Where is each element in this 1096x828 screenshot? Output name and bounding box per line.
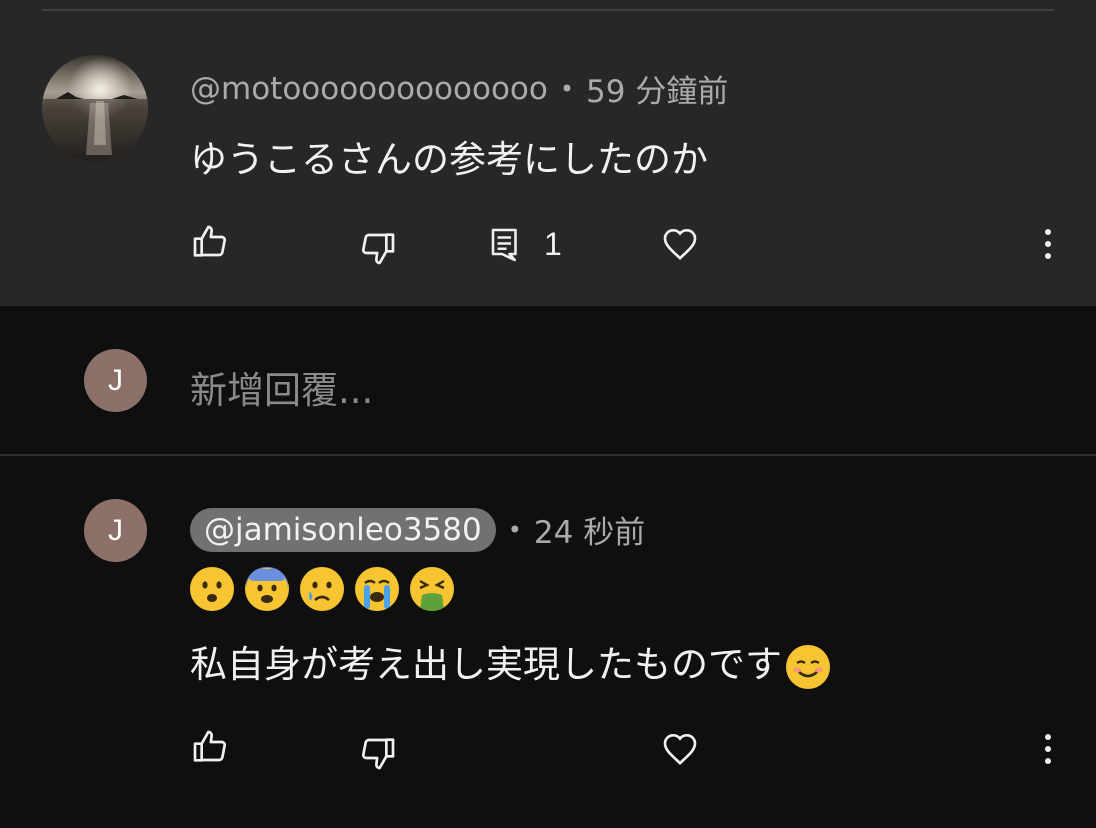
parent-comment-text: ゆうこるさんの参考にしたのか [190,138,708,181]
smiling-face-emoji [786,644,830,689]
reply-dislike-button[interactable] [358,733,398,773]
parent-comment-avatar[interactable] [42,55,148,161]
crying-face-emoji [300,567,344,611]
sunset-photo-avatar [42,55,148,161]
reply-composer [0,306,1096,454]
heart-icon [663,228,697,260]
meta-separator: • [559,74,575,103]
parent-heart-button[interactable] [660,224,700,264]
reply-heart-button[interactable] [660,729,700,769]
section-divider [0,454,1096,456]
parent-comment-meta: @motoooooooooooooo • 59 分鐘前 [190,66,728,111]
reply-comment-meta: @jamisonleo3580 • 24 秒前 [190,507,645,552]
frowning-face-emoji [190,567,234,611]
reply-emoji-row [190,567,454,611]
like-icon [193,225,227,257]
reply-comment-text: 私自身が考え出し実現したものです [190,643,782,686]
loudly-crying-face-emoji [355,567,399,611]
parent-comment-handle[interactable]: @motoooooooooooooo [190,71,548,107]
heart-icon [663,733,697,765]
meta-separator: • [507,515,522,544]
reply-comment-handle[interactable]: @jamisonleo3580 [190,507,496,552]
reply-like-button[interactable] [190,727,230,767]
reply-count: 1 [544,226,562,262]
parent-dislike-button[interactable] [358,228,398,268]
reply-avatar[interactable]: J [84,499,147,562]
parent-more-button[interactable] [1034,226,1062,262]
reply-comment-text-line: 私自身が考え出し実現したものです [190,634,830,689]
reply-comment-time[interactable]: 24 秒前 [534,507,645,552]
vomiting-face-emoji [410,567,454,611]
reply-input[interactable]: 新增回覆... [190,360,373,414]
more-vert-icon [1045,734,1051,764]
reply-icon [491,228,517,261]
like-icon [193,730,227,762]
parent-like-button[interactable] [190,222,230,262]
top-divider [42,9,1054,11]
more-vert-icon [1045,229,1051,259]
composer-avatar: J [84,349,147,412]
dislike-icon [361,233,395,265]
parent-comment-time[interactable]: 59 分鐘前 [586,66,728,111]
reply-more-button[interactable] [1034,731,1062,767]
fearful-face-emoji [245,567,289,611]
parent-reply-button[interactable]: 1 [490,226,562,263]
dislike-icon [361,738,395,770]
